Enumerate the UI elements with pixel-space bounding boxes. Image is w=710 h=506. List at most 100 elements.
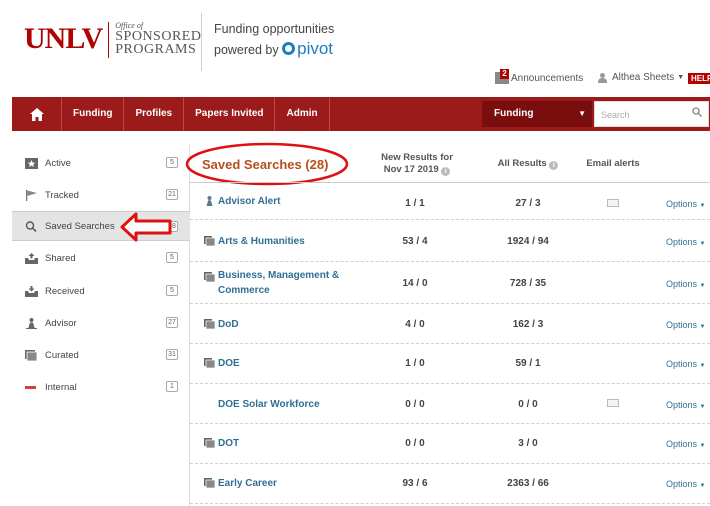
sidebar-item-received[interactable]: Received 5 [12,276,190,306]
table-row: DOE Solar Workforce 0 / 0 0 / 0 Options … [190,384,710,424]
sidebar-item-internal[interactable]: Internal 1 [12,372,190,402]
table-row: Arts & Humanities 53 / 4 1924 / 94 Optio… [190,220,710,262]
col-new-line2-wrap: Nov 17 2019 i [372,164,462,176]
user-menu[interactable]: Althea Sheets ▼ [598,72,684,83]
table-row: DOT 0 / 0 3 / 0 Options ▼ [190,424,710,464]
sidebar-item-label: Active [45,157,71,169]
sidebar-count: 1 [166,381,178,392]
advisor-icon [206,196,213,206]
sidebar-item-tracked[interactable]: Tracked 21 [12,180,190,210]
options-label: Options [666,479,698,489]
all-results: 1924 / 94 [507,236,549,247]
announcements-icon: 2 [495,69,509,84]
saved-search-link[interactable]: Arts & Humanities [218,234,358,249]
new-results: 53 / 4 [402,236,428,247]
options-menu[interactable]: Options ▼ [666,359,706,369]
tagline-line2: powered by pivot [214,39,334,60]
saved-search-link[interactable]: DOT [218,436,358,451]
new-results: 0 / 0 [405,438,425,449]
options-label: Options [666,237,698,247]
new-results: 0 / 0 [405,399,425,410]
all-results: 2363 / 66 [507,478,549,489]
options-label: Options [666,439,698,449]
saved-search-link[interactable]: DOE Solar Workforce [218,397,358,412]
saved-search-link[interactable]: Early Career [218,476,358,491]
search-scope-select[interactable]: Funding ▼ [482,101,592,127]
chevron-down-icon: ▼ [699,363,706,369]
unlv-logo[interactable]: UNLV Office of SPONSORED PROGRAMS [24,18,201,68]
options-label: Options [666,279,698,289]
nav-profiles[interactable]: Profiles [124,97,185,131]
column-header-new-results: New Results for Nov 17 2019 i [372,152,462,176]
announcements-link[interactable]: 2 Announcements [495,69,584,84]
email-alert-icon[interactable] [607,399,619,407]
sidebar-item-label: Shared [45,252,76,264]
pivot-logo: pivot [282,39,333,58]
sidebar-item-active[interactable]: Active 5 [12,148,190,178]
sidebar-item-label: Tracked [45,189,79,201]
options-menu[interactable]: Options ▼ [666,400,706,410]
all-results: 3 / 0 [518,438,538,449]
table-row: Advisor Alert 1 / 1 27 / 3 Options ▼ [190,184,710,220]
info-icon[interactable]: i [549,161,559,170]
options-menu[interactable]: Options ▼ [666,479,706,489]
chevron-down-icon: ▼ [578,109,586,118]
sidebar-count: 21 [166,189,178,200]
options-label: Options [666,199,698,209]
book-icon [204,478,215,488]
chevron-down-icon: ▼ [699,241,706,247]
sidebar-item-label: Curated [45,349,79,361]
chevron-down-icon: ▼ [699,483,706,489]
email-alert-icon[interactable] [607,199,619,207]
home-button[interactable] [12,97,62,131]
sidebar-item-advisor[interactable]: Advisor 27 [12,308,190,338]
book-icon [204,358,215,368]
advisor-icon [26,317,37,329]
search-placeholder: Search [601,110,630,120]
new-results: 1 / 0 [405,358,425,369]
book-icon [204,236,215,246]
col-new-line2: Nov 17 2019 [383,164,439,175]
sidebar-count: 31 [166,349,178,360]
nav-funding[interactable]: Funding [62,97,125,131]
saved-search-link[interactable]: Business, Management & Commerce [218,268,358,298]
sidebar-count: 5 [166,157,178,168]
options-menu[interactable]: Options ▼ [666,439,706,449]
pivot-text: pivot [297,39,334,58]
new-results: 93 / 6 [402,478,428,489]
sidebar-item-curated[interactable]: Curated 31 [12,340,190,370]
options-label: Options [666,359,698,369]
help-button[interactable]: HELP [688,73,710,84]
table-row: Business, Management & Commerce 14 / 0 7… [190,262,710,304]
sidebar-item-shared[interactable]: Shared 5 [12,243,190,273]
new-results: 14 / 0 [402,278,428,289]
logo-divider [108,22,110,58]
saved-search-link[interactable]: DoD [218,317,358,332]
col-all-label: All Results [497,158,547,169]
options-menu[interactable]: Options ▼ [666,320,706,330]
options-menu[interactable]: Options ▼ [666,279,706,289]
options-menu[interactable]: Options ▼ [666,199,706,209]
all-results: 0 / 0 [518,399,538,410]
chevron-down-icon: ▼ [677,74,685,81]
chevron-down-icon: ▼ [699,203,706,209]
search-input[interactable]: Search [594,101,709,127]
table-row: DoD 4 / 0 162 / 3 Options ▼ [190,304,710,344]
nav-admin[interactable]: Admin [275,97,330,131]
sidebar-item-label: Received [45,285,85,297]
options-label: Options [666,320,698,330]
options-menu[interactable]: Options ▼ [666,237,706,247]
chevron-down-icon: ▼ [699,404,706,410]
search-icon[interactable] [692,102,702,128]
flag-icon [26,189,37,201]
announcements-label: Announcements [511,72,584,84]
info-icon[interactable]: i [441,167,451,176]
chevron-down-icon: ▼ [699,283,706,289]
nav-papers-invited[interactable]: Papers Invited [184,97,276,131]
share-tray-icon [25,252,38,264]
saved-search-link[interactable]: Advisor Alert [218,194,358,209]
all-results: 27 / 3 [515,198,541,209]
announcements-badge: 2 [500,69,509,79]
saved-search-link[interactable]: DOE [218,356,358,371]
header-divider [201,13,202,71]
